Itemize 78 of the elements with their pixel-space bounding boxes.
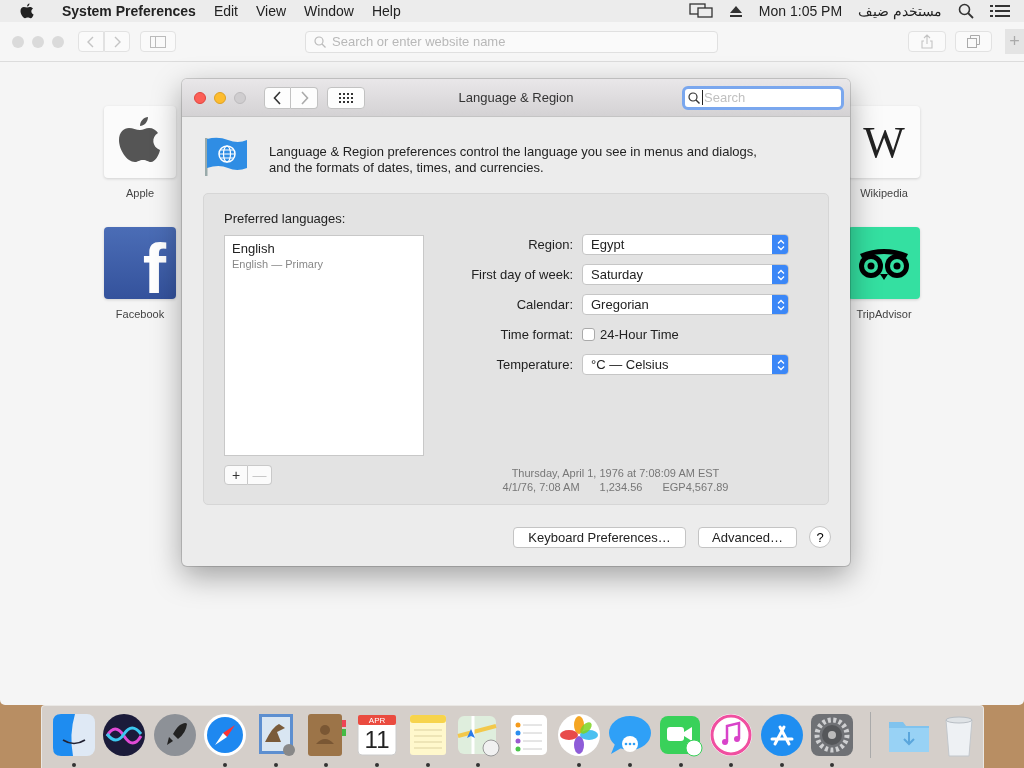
search-box[interactable]: Search <box>682 85 844 110</box>
menu-item[interactable]: Edit <box>213 3 238 19</box>
description-text: Language & Region preferences control the language you see in menus and dialogs, and the formats of dates, times, and currencies. <box>269 144 758 176</box>
minimize-button[interactable] <box>214 91 226 104</box>
list-icon[interactable] <box>990 4 1010 18</box>
facebook-logo: f <box>142 239 166 299</box>
field-label: Temperature: <box>495 357 573 372</box>
field-label: Time format: <box>499 327 573 342</box>
display-icon[interactable] <box>688 3 713 19</box>
search-icon <box>314 35 326 48</box>
favorite-tile[interactable] <box>848 227 920 299</box>
chevron-right-icon <box>113 35 121 48</box>
eject-icon[interactable] <box>728 4 743 18</box>
orb-icon[interactable] <box>101 712 148 758</box>
favorite-label: TripAdvisor <box>856 308 912 320</box>
sample-time: 4/1/76, 7:08 AM <box>502 480 580 494</box>
popup-menu[interactable]: °C — Celsius <box>582 354 789 375</box>
field-label: Calendar: <box>515 297 573 312</box>
popup-menu[interactable]: Saturday <box>582 264 789 285</box>
user-name[interactable]: مستخدم ضيف <box>858 3 942 19</box>
sample-currency: EGP4,567.89 <box>662 480 729 494</box>
chevron-right-icon <box>299 90 309 105</box>
tabs-icon <box>967 35 980 48</box>
popup-menu[interactable]: Gregorian <box>582 294 789 315</box>
checkbox-label[interactable]: 24-Hour Time <box>600 327 679 342</box>
favorite-tile[interactable] <box>104 106 176 178</box>
favorite-label: Apple <box>125 187 155 199</box>
menu-item[interactable]: Help <box>371 3 401 19</box>
chevron-left-icon <box>273 90 282 105</box>
back-button[interactable] <box>264 86 291 109</box>
grid-icon <box>339 92 353 103</box>
field-label: Region: <box>527 237 573 252</box>
favorite-tile[interactable]: f <box>104 227 176 299</box>
tabs-button[interactable] <box>955 31 992 52</box>
apple-logo-icon[interactable] <box>20 3 34 19</box>
address-bar[interactable]: Search or enter website name <box>305 30 718 53</box>
favorite-label: Wikipedia <box>860 187 908 199</box>
sample-date: Thursday, April 1, 1976 at 7:08:09 AM EST <box>510 466 721 480</box>
chevron-left-icon <box>87 35 95 48</box>
rocket-icon[interactable] <box>151 712 198 758</box>
compass-icon[interactable] <box>202 712 249 758</box>
up-down-chevron-icon <box>776 358 785 371</box>
language-detail: English — Primary <box>232 258 325 270</box>
window-title: Language & Region <box>458 90 574 105</box>
flower-icon[interactable] <box>556 712 603 758</box>
search-icon <box>688 91 700 104</box>
menu-item[interactable]: View <box>256 3 287 19</box>
address-field[interactable]: Search or enter website name <box>332 34 692 49</box>
share-icon <box>921 34 933 49</box>
favorite-tile[interactable]: W <box>848 106 920 178</box>
up-down-chevron-icon <box>776 268 785 281</box>
field-label: First day of week: <box>470 267 573 282</box>
popup-menu[interactable]: Egypt <box>582 234 789 255</box>
music-note-icon[interactable] <box>708 712 755 758</box>
app-store-icon[interactable] <box>758 712 805 758</box>
sidebar-button[interactable] <box>140 31 176 52</box>
owl-eyes-icon <box>856 246 912 280</box>
show-all-button[interactable] <box>327 86 365 109</box>
menu-item[interactable]: Window <box>304 3 354 19</box>
checkbox[interactable] <box>582 328 595 341</box>
push-button[interactable]: Advanced… <box>698 526 797 548</box>
up-down-chevron-icon <box>776 298 785 311</box>
gear-icon[interactable] <box>809 712 856 758</box>
menu-clock[interactable]: Mon 1:05 PM <box>758 3 843 19</box>
add-button[interactable]: + <box>224 465 248 485</box>
close-button[interactable] <box>194 91 206 104</box>
language-name[interactable]: English <box>232 241 416 256</box>
wikipedia-logo: W <box>863 116 905 168</box>
up-down-chevron-icon <box>776 238 785 251</box>
section-label: Preferred languages: <box>224 211 347 226</box>
search-icon[interactable] <box>958 3 974 19</box>
favorite-label: Facebook <box>115 308 165 320</box>
flag-globe-icon <box>204 136 248 176</box>
push-button[interactable]: Keyboard Preferences… <box>513 526 686 548</box>
sample-number: 1,234.56 <box>599 480 643 494</box>
help-button[interactable]: ? <box>809 526 831 548</box>
sidebar-icon <box>150 35 166 48</box>
app-menu[interactable]: System Preferences <box>62 3 196 19</box>
